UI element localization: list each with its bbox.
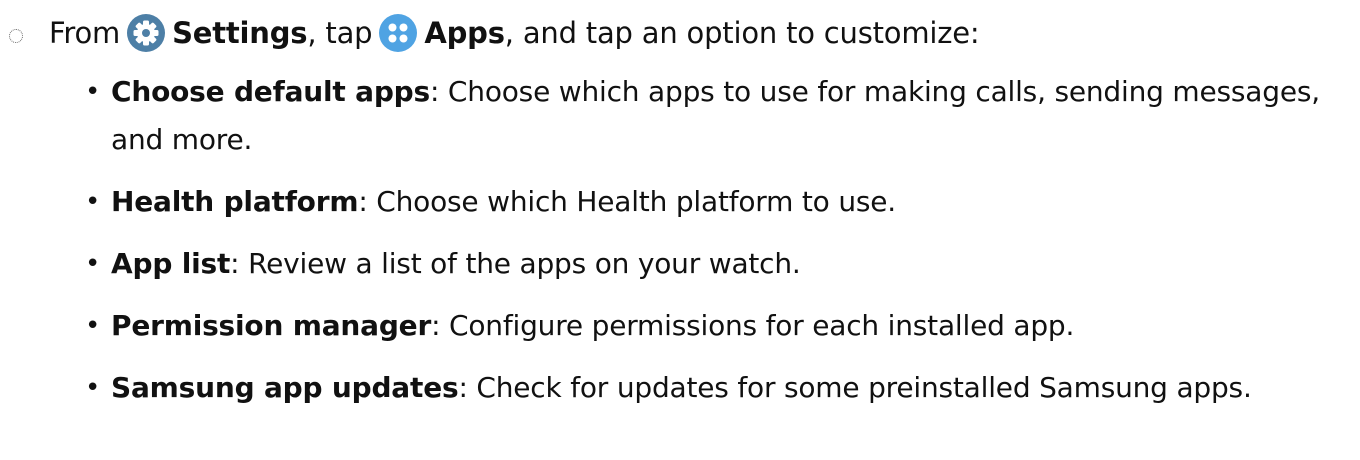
- dotted-circle-icon: [9, 29, 23, 43]
- option-term: App list: [111, 247, 231, 280]
- bullet-icon: •: [85, 187, 101, 217]
- bullet-icon: •: [85, 311, 101, 341]
- option-term: Permission manager: [111, 309, 432, 342]
- option-description: : Check for updates for some preinstalle…: [458, 371, 1252, 404]
- options-list: • Choose default apps: Choose which apps …: [0, 68, 1360, 426]
- intro-line: From Settings , tap Apps , and tap an op…: [0, 8, 980, 58]
- option-description: : Review a list of the apps on your watc…: [230, 247, 801, 280]
- option-term: Samsung app updates: [111, 371, 459, 404]
- list-item-choose-default-apps: • Choose default apps: Choose which apps …: [0, 68, 1360, 164]
- list-item-permission-manager: • Permission manager: Configure permissio…: [0, 302, 1360, 350]
- apps-grid-icon: [379, 14, 418, 52]
- option-term: Choose default apps: [111, 75, 430, 108]
- bullet-icon: •: [85, 77, 101, 107]
- option-description: : Choose which Health platform to use.: [358, 185, 896, 218]
- list-item-app-list: • App list: Review a list of the apps on …: [0, 240, 1360, 288]
- apps-label: Apps: [424, 16, 505, 50]
- gear-icon: [127, 14, 166, 52]
- option-description: : Configure permissions for each install…: [431, 309, 1075, 342]
- intro-from-text: From: [49, 16, 121, 50]
- intro-rest-text: , and tap an option to customize:: [504, 16, 980, 50]
- list-item-samsung-app-updates: • Samsung app updates: Check for updates …: [0, 364, 1360, 412]
- bullet-icon: •: [85, 373, 101, 403]
- option-term: Health platform: [111, 185, 359, 218]
- intro-tap-text: , tap: [307, 16, 373, 50]
- list-item-health-platform: • Health platform: Choose which Health pl…: [0, 178, 1360, 226]
- settings-label: Settings: [172, 16, 308, 50]
- bullet-icon: •: [85, 249, 101, 279]
